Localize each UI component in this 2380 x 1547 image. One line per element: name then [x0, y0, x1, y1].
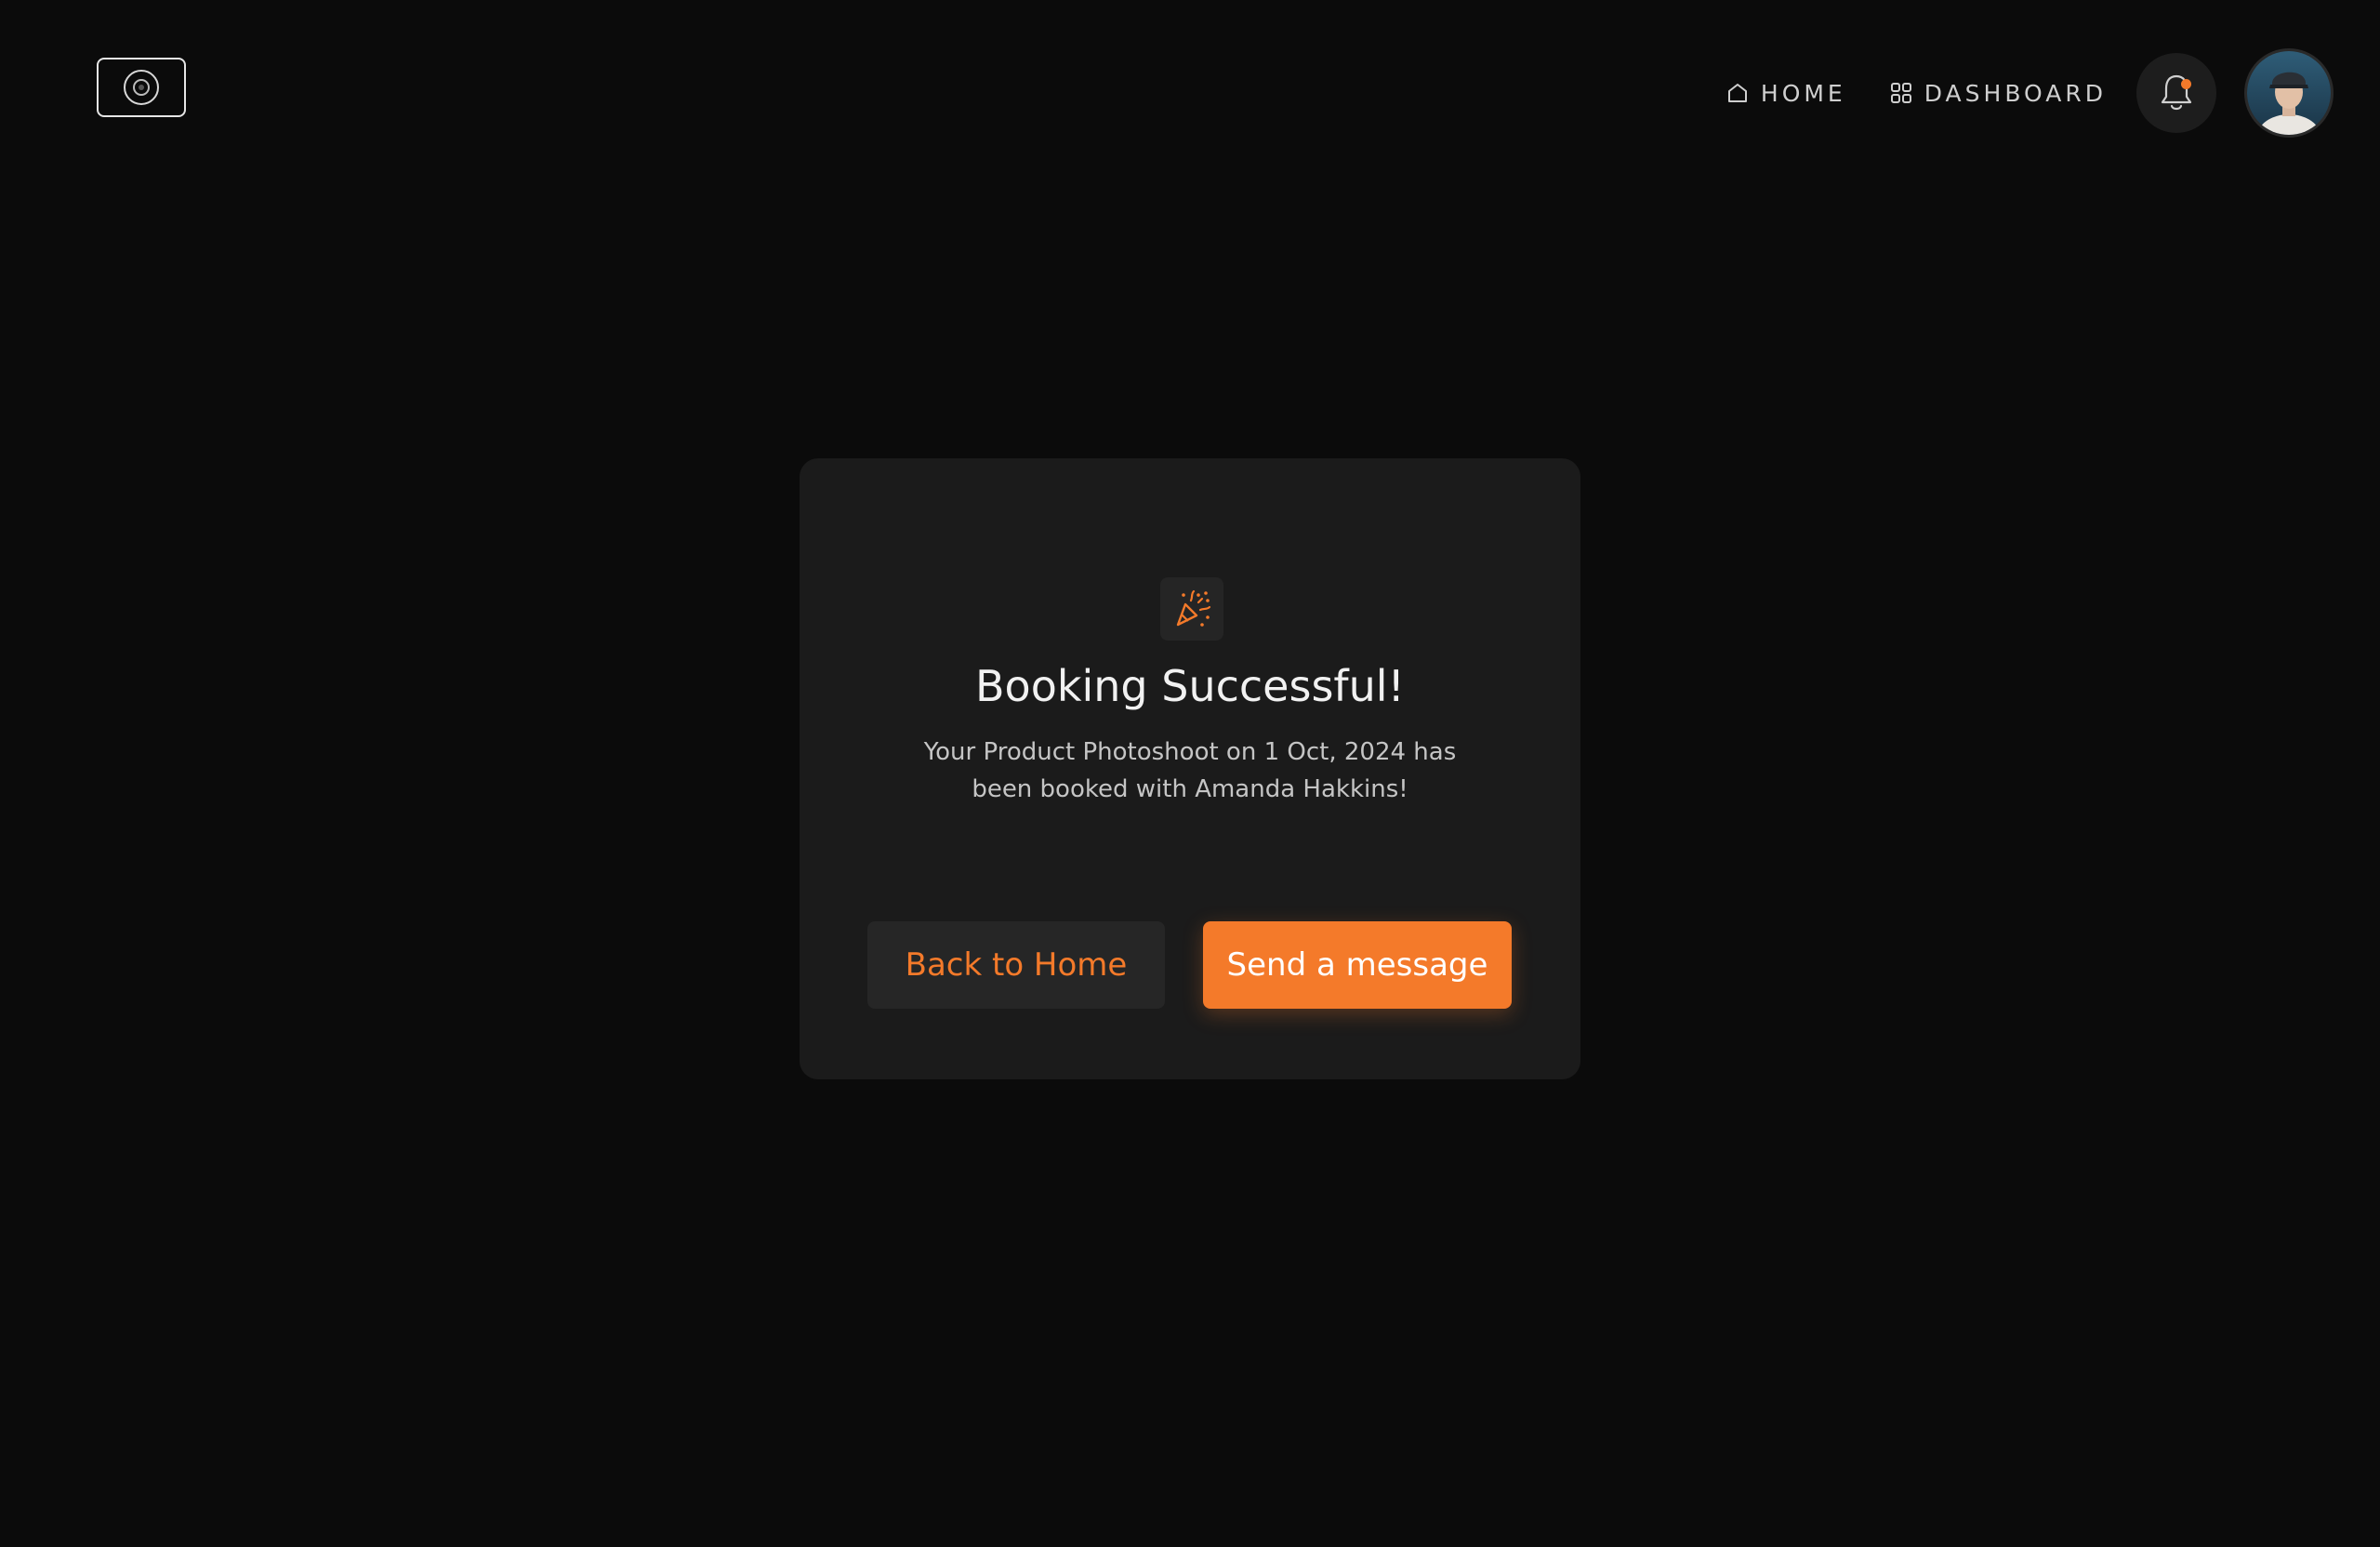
bell-icon [2161, 74, 2192, 111]
user-avatar[interactable] [2244, 48, 2334, 138]
back-to-home-button[interactable]: Back to Home [867, 921, 1165, 1009]
home-icon [1727, 84, 1747, 102]
booking-confirmation-message: Your Product Photoshoot on 1 Oct, 2024 h… [923, 738, 1457, 803]
success-title: Booking Successful! [975, 661, 1405, 711]
notification-dot [2181, 79, 2191, 89]
notifications-button[interactable] [2136, 53, 2216, 133]
nav-dashboard-label: DASHBOARD [1924, 79, 2107, 107]
app-logo[interactable] [97, 58, 186, 117]
top-nav: HOME DASHBOARD [1726, 48, 2334, 138]
grid-icon [1890, 83, 1911, 103]
nav-home-label: HOME [1760, 79, 1846, 107]
booking-success-card: Booking Successful! Your Product Photosh… [800, 458, 1580, 1079]
nav-dashboard-link[interactable]: DASHBOARD [1889, 80, 2107, 107]
nav-home-link[interactable]: HOME [1726, 80, 1846, 107]
party-popper-icon [1176, 589, 1211, 627]
avatar-image [2247, 51, 2331, 135]
send-message-button[interactable]: Send a message [1203, 921, 1512, 1009]
camera-lens-icon [124, 70, 159, 105]
party-icon-container [1160, 577, 1223, 641]
